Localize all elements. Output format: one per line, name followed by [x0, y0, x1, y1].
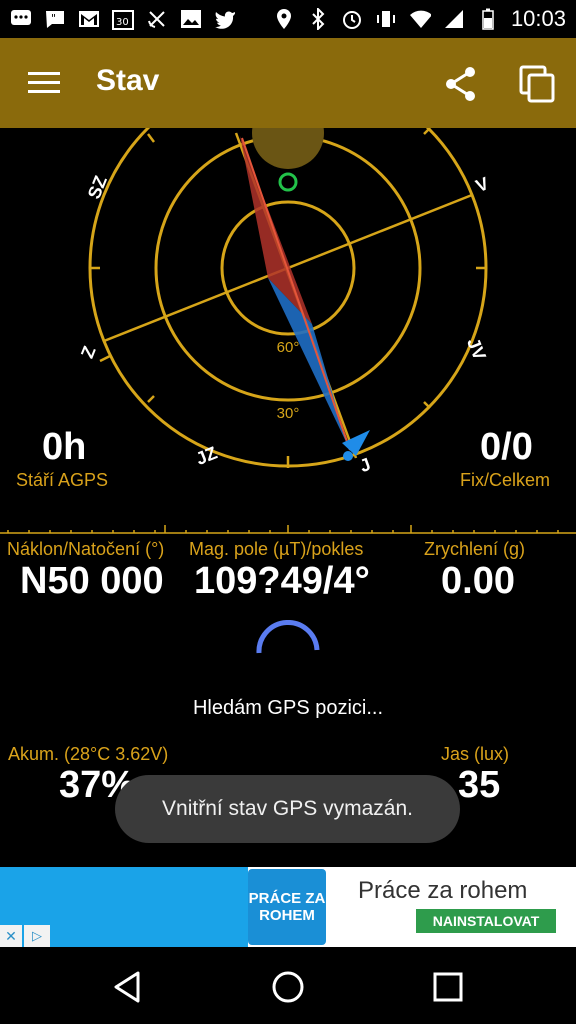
dir-label-j: J [357, 454, 373, 476]
message-icon [10, 8, 32, 30]
recents-icon[interactable] [428, 967, 468, 1007]
agps-age-value: 0h [42, 426, 87, 468]
wifi-icon [409, 8, 431, 30]
ring-label-60: 60° [277, 339, 300, 356]
ad-app-logo[interactable]: PRÁCE ZA ROHEM [248, 869, 326, 945]
vibrate-icon [375, 8, 397, 30]
gmail-icon [78, 8, 100, 30]
gps-search-status: Hledám GPS pozici... [192, 697, 384, 719]
dir-label-jv: JV [463, 335, 490, 363]
twitter-icon [214, 8, 236, 30]
tilt-label: Náklon/Natočení (°) [7, 539, 165, 559]
page-title: Stav [96, 64, 160, 97]
acceleration-value: 0.00 [441, 560, 515, 602]
chat-icon: " [44, 8, 66, 30]
ad-choices-icon[interactable]: ▷ [24, 925, 50, 947]
notification-icons: " 30 [10, 8, 236, 30]
ruler-divider [0, 525, 576, 534]
acceleration-label: Zrychlení (g) [424, 539, 526, 559]
location-icon [273, 8, 295, 30]
ad-close-icon[interactable]: ✕ [0, 925, 22, 947]
sun-marker [252, 128, 324, 169]
clock: 10:03 [510, 6, 566, 31]
ring-labels: 60° 30° [277, 339, 300, 422]
calendar-30-icon: 30 [112, 8, 134, 30]
bluetooth-icon [307, 8, 329, 30]
share-icon[interactable] [443, 64, 479, 104]
fix-label: Fix/Celkem [460, 470, 551, 490]
back-icon[interactable] [108, 967, 148, 1007]
satellite-off-icon [146, 8, 168, 30]
svg-text:30: 30 [116, 17, 129, 28]
system-icons: 10:03 [273, 6, 566, 32]
battery-label: Akum. (28°C 3.62V) [8, 744, 169, 764]
home-icon[interactable] [268, 967, 308, 1007]
copy-icon[interactable] [518, 64, 556, 104]
app-bar: Stav [0, 38, 576, 128]
satellite-marker [278, 172, 298, 192]
alarm-icon [341, 8, 363, 30]
toast-message: Vnitřní stav GPS vymazán. [115, 775, 460, 843]
dir-label-sz: SZ [84, 173, 111, 202]
ad-banner[interactable]: PRÁCE ZA ROHEM Práce za rohem NAINSTALOV… [0, 867, 576, 947]
brightness-label: Jas (lux) [441, 744, 510, 764]
direction-labels: SZ V Z JV JZ J [77, 173, 491, 476]
agps-age-label: Stáří AGPS [16, 470, 109, 490]
dir-label-v: V [473, 173, 492, 196]
compass-needle [240, 136, 370, 461]
navigation-bar [0, 947, 576, 1024]
svg-text:": " [51, 12, 56, 25]
ad-title[interactable]: Práce za rohem [358, 877, 527, 905]
magnetic-value: 109?49/4° [194, 560, 370, 602]
battery-icon [477, 8, 499, 30]
loading-spinner [256, 620, 320, 654]
dir-label-jz: JZ [193, 443, 220, 469]
image-icon [180, 8, 202, 30]
signal-icon [443, 8, 465, 30]
ring-label-30: 30° [277, 405, 300, 422]
tilt-value: N50 000 [20, 560, 164, 602]
hamburger-icon[interactable] [28, 68, 62, 98]
magnetic-label: Mag. pole (µT)/pokles [189, 539, 364, 559]
status-bar: " 30 10:03 [0, 0, 576, 38]
fix-value: 0/0 [480, 426, 533, 468]
dir-label-z: Z [77, 343, 100, 361]
brightness-value: 35 [458, 764, 501, 806]
ad-install-button[interactable]: NAINSTALOVAT [416, 909, 556, 933]
